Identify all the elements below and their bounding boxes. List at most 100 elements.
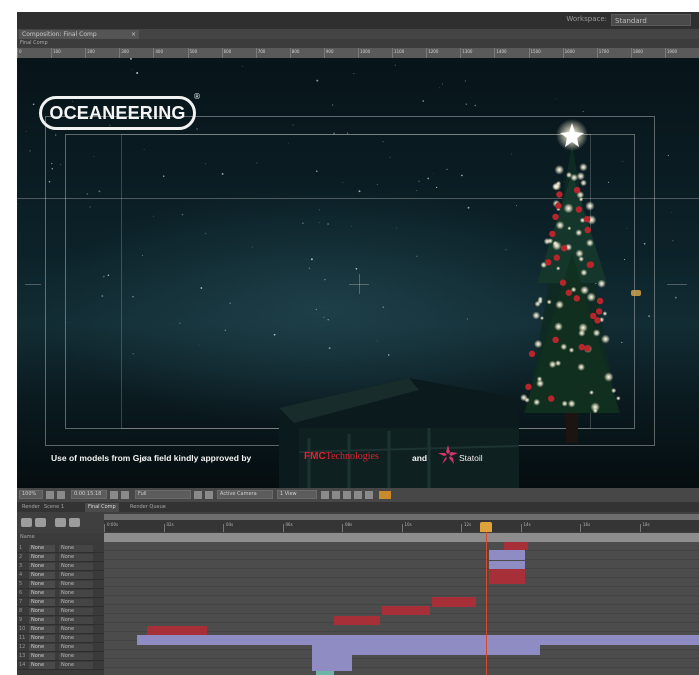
layer-name[interactable]: None (29, 572, 55, 579)
layer-row[interactable]: 3 None None (17, 563, 104, 571)
pixel-aspect-icon[interactable] (321, 491, 329, 499)
current-time-indicator[interactable] (486, 532, 487, 675)
layer-duration-bar[interactable] (312, 655, 352, 665)
layer-row[interactable]: 12 None None (17, 644, 104, 652)
draft-3d-icon[interactable] (35, 518, 46, 527)
layer-row[interactable]: 11 None None (17, 635, 104, 643)
flowchart-icon[interactable] (354, 491, 362, 499)
layer-mode-select[interactable]: None (59, 581, 93, 588)
fmc-technologies-logo: FMCTechnologies (304, 451, 379, 462)
layer-mode-select[interactable]: None (59, 653, 93, 660)
layer-duration-bar[interactable] (489, 561, 525, 569)
timeline-tab[interactable]: Scene 1 (41, 503, 67, 512)
tree-light (592, 329, 601, 337)
crosshair-vertical (359, 274, 360, 294)
close-icon[interactable]: × (131, 30, 136, 39)
layer-mode-select[interactable]: None (59, 644, 93, 651)
tree-light (555, 300, 564, 309)
timeline-tab[interactable]: Final Comp (85, 503, 119, 512)
ruler-number: 0 (19, 49, 22, 54)
layer-mode-select[interactable]: None (59, 563, 93, 570)
exposure-icon[interactable] (365, 491, 373, 499)
layer-name[interactable]: None (29, 599, 55, 606)
layer-row[interactable]: 14 None None (17, 662, 104, 670)
tree-ornament (556, 191, 563, 198)
layer-mode-select[interactable]: None (59, 617, 93, 624)
layer-row[interactable]: 6 None None (17, 590, 104, 598)
layer-mode-select[interactable]: None (59, 590, 93, 597)
layer-duration-bar[interactable] (316, 671, 334, 675)
graph-editor-icon[interactable] (69, 518, 80, 527)
layer-duration-bar[interactable] (489, 578, 525, 584)
layer-mode-select[interactable]: None (59, 572, 93, 579)
layer-mode-select[interactable]: None (59, 608, 93, 615)
layer-duration-bar[interactable] (312, 645, 540, 655)
region-of-interest-icon[interactable] (194, 491, 202, 499)
view-layout-select[interactable]: 1 View (277, 490, 317, 499)
transparency-grid-icon[interactable] (205, 491, 213, 499)
layer-mode-select[interactable]: None (59, 554, 93, 561)
layer-duration-bar[interactable] (504, 542, 528, 550)
layer-mode-select[interactable]: None (59, 635, 93, 642)
star-dot (331, 104, 334, 106)
layer-name[interactable]: None (29, 617, 55, 624)
composition-tab[interactable]: Composition: Final Comp × (19, 30, 139, 39)
layer-number: 2 (19, 554, 23, 560)
current-time-indicator-handle[interactable] (480, 522, 492, 532)
composition-breadcrumb[interactable]: Final Comp (17, 39, 699, 48)
layer-name[interactable]: None (29, 563, 55, 570)
layer-row[interactable]: 5 None None (17, 581, 104, 589)
layer-row[interactable]: 1 None None (17, 545, 104, 553)
layer-mode-select[interactable]: None (59, 662, 93, 669)
grid-icon[interactable] (46, 491, 54, 499)
layer-mode-select[interactable]: None (59, 545, 93, 552)
channel-icon[interactable] (121, 491, 129, 499)
camera-snapshot-icon[interactable] (110, 491, 118, 499)
tree-light (601, 334, 610, 344)
timeline-tab[interactable]: Render Queue (127, 503, 169, 512)
camera-select[interactable]: Active Camera (217, 490, 273, 499)
layer-name[interactable]: None (29, 626, 55, 633)
layer-mode-select[interactable]: None (59, 599, 93, 606)
layer-duration-bar[interactable] (137, 635, 699, 645)
exposure-value[interactable] (379, 491, 391, 499)
workspace-select[interactable]: Standard (611, 14, 691, 26)
layer-row[interactable]: 8 None None (17, 608, 104, 616)
layer-name[interactable]: None (29, 545, 55, 552)
timecode-display[interactable]: 0:00:15:18 (71, 490, 107, 499)
layer-duration-bar[interactable] (334, 616, 380, 625)
magnification-select[interactable]: 100% (19, 490, 43, 499)
layer-name[interactable]: None (29, 554, 55, 561)
layer-duration-bar[interactable] (432, 597, 476, 607)
layer-name[interactable]: None (29, 608, 55, 615)
layer-row[interactable]: 9 None None (17, 617, 104, 625)
timeline-tab[interactable]: Render (19, 503, 43, 512)
layer-name[interactable]: None (29, 590, 55, 597)
layer-duration-bar[interactable] (147, 626, 207, 635)
star-dot (672, 240, 674, 242)
fast-preview-icon[interactable] (332, 491, 340, 499)
timeline-icon[interactable] (343, 491, 351, 499)
layer-name[interactable]: None (29, 635, 55, 642)
layer-name[interactable]: None (29, 662, 55, 669)
layer-duration-bar[interactable] (489, 550, 525, 560)
mask-icon[interactable] (57, 491, 65, 499)
composition-range-bar[interactable] (104, 533, 699, 542)
comp-mini-flowchart-icon[interactable] (21, 518, 32, 527)
tree-ornament (528, 350, 536, 357)
layer-row[interactable]: 7 None None (17, 599, 104, 607)
composition-viewer[interactable]: OCEANEERING ® Use of models from Gjøa fi… (17, 58, 699, 488)
layer-row[interactable]: 10 None None (17, 626, 104, 634)
layer-name[interactable]: None (29, 581, 55, 588)
layer-name[interactable]: None (29, 644, 55, 651)
layer-row[interactable]: 4 None None (17, 572, 104, 580)
layer-mode-select[interactable]: None (59, 626, 93, 633)
layer-name[interactable]: None (29, 653, 55, 660)
layer-duration-bar[interactable] (382, 606, 430, 615)
layer-row[interactable]: 13 None None (17, 653, 104, 661)
resolution-select[interactable]: Full (135, 490, 191, 499)
layer-duration-bar[interactable] (489, 569, 525, 578)
layer-row[interactable]: 2 None None (17, 554, 104, 562)
motion-blur-icon[interactable] (55, 518, 66, 527)
time-ruler[interactable]: 0:00s02s04s06s08s10s12s14s16s18s20s (104, 520, 699, 532)
